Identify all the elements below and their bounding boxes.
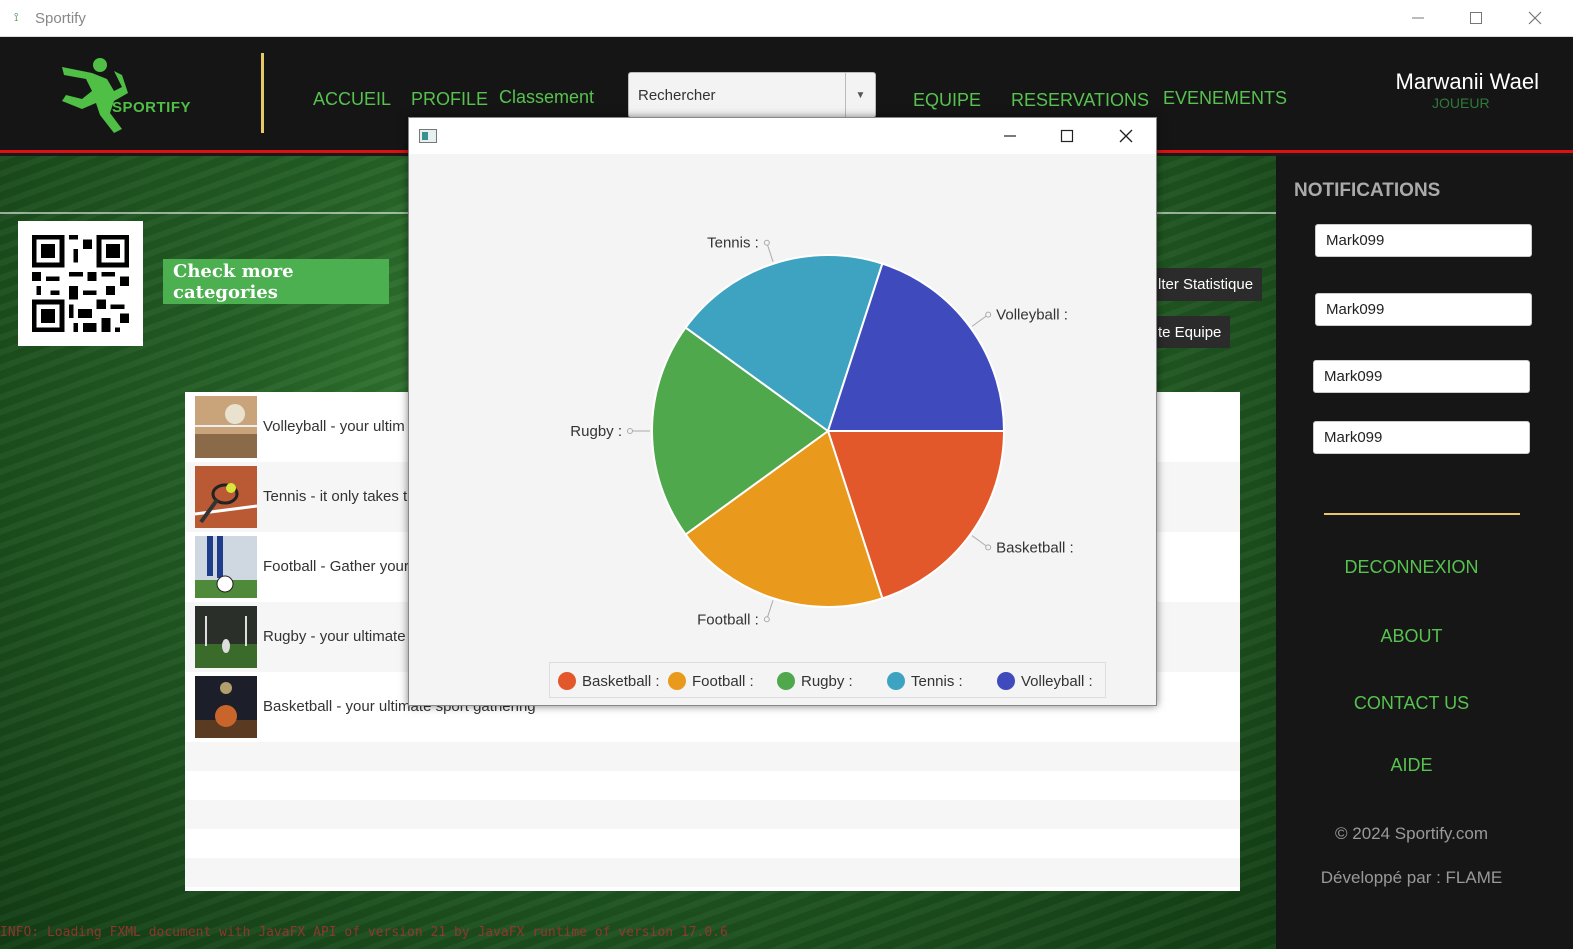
logo-text: SPORTIFY xyxy=(112,99,192,116)
legend-item-basketball: Basketball : xyxy=(558,672,660,690)
equipe-button[interactable]: te Equipe xyxy=(1148,316,1230,348)
app-icon: ⟟ xyxy=(14,10,19,24)
pie-label: Basketball : xyxy=(996,539,1074,556)
developer-text: Développé par : FLAME xyxy=(1320,868,1503,887)
about-link[interactable]: ABOUT xyxy=(1263,626,1560,647)
notification-item[interactable]: Mark099 xyxy=(1315,224,1532,257)
notification-item[interactable]: Mark099 xyxy=(1313,421,1530,454)
pie-leader-dot xyxy=(763,616,770,623)
nav-accueil[interactable]: ACCUEIL xyxy=(313,89,391,110)
console-output: INFO: Loading FXML document with JavaFX … xyxy=(0,925,728,940)
list-item-label: Football - Gather your xyxy=(263,558,409,575)
deconnexion-link[interactable]: DECONNEXION xyxy=(1263,557,1560,578)
notifications-sidebar: NOTIFICATIONS Mark099 Mark099 Mark099 Ma… xyxy=(1276,156,1573,949)
legend-label: Volleyball : xyxy=(1021,672,1093,690)
nav-reservations[interactable]: RESERVATIONS xyxy=(1011,90,1149,111)
empty-row xyxy=(185,800,1240,829)
chevron-down-icon[interactable]: ▼ xyxy=(845,73,875,117)
list-item-label: Rugby - your ultimate xyxy=(263,628,406,645)
volleyball-thumb xyxy=(195,396,257,458)
football-thumb xyxy=(195,536,257,598)
pie-leader-line xyxy=(971,535,989,548)
tennis-thumb xyxy=(195,466,257,528)
empty-row xyxy=(185,742,1240,771)
pie-leader-line xyxy=(971,314,989,327)
filter-statistique-button[interactable]: lter Statistique xyxy=(1148,268,1262,301)
rugby-thumb xyxy=(195,606,257,668)
legend-label: Basketball : xyxy=(582,672,660,690)
legend-item-tennis: Tennis : xyxy=(887,672,963,690)
sidebar-divider xyxy=(1324,513,1520,515)
legend-dot xyxy=(668,672,686,690)
aide-link[interactable]: AIDE xyxy=(1263,755,1560,776)
qr-code-icon xyxy=(18,221,143,346)
header-divider xyxy=(261,53,264,133)
legend-dot xyxy=(777,672,795,690)
pie-label: Football : xyxy=(697,611,759,628)
legend-label: Rugby : xyxy=(801,672,853,690)
legend-dot xyxy=(887,672,905,690)
search-combobox[interactable]: Rechercher ▼ xyxy=(628,72,876,118)
empty-row xyxy=(185,771,1240,800)
notification-item[interactable]: Mark099 xyxy=(1313,360,1530,393)
window-titlebar: ⟟ Sportify xyxy=(0,0,1573,37)
pie-chart: Basketball : Football : Rugby : Tennis : Vol… xyxy=(570,235,1074,629)
search-value: Rechercher xyxy=(638,87,716,104)
pie-label: Tennis : xyxy=(707,235,759,252)
pie-label: Rugby : xyxy=(570,423,622,440)
legend-label: Football : xyxy=(692,672,754,690)
list-item-label: Tennis - it only takes t xyxy=(263,488,408,505)
chart-legend: Basketball : Football : Rugby : Tennis :… xyxy=(549,662,1106,698)
window-title: Sportify xyxy=(35,10,86,27)
nav-evenements[interactable]: EVENEMENTS xyxy=(1163,88,1287,109)
minimize-button[interactable] xyxy=(1395,4,1441,32)
empty-row xyxy=(185,858,1240,887)
contact-us-link[interactable]: CONTACT US xyxy=(1263,693,1560,714)
legend-item-volleyball: Volleyball : xyxy=(997,672,1093,690)
pie-leader-dot xyxy=(627,428,633,434)
copyright-text: © 2024 Sportify.com xyxy=(1335,824,1488,843)
nav-equipe[interactable]: EQUIPE xyxy=(913,90,981,111)
close-button[interactable] xyxy=(1512,4,1558,32)
nav-classement[interactable]: Classement xyxy=(499,87,594,108)
list-item-label: Volleyball - your ultim xyxy=(263,418,405,435)
legend-label: Tennis : xyxy=(911,672,963,690)
empty-row xyxy=(185,829,1240,858)
pie-label: Volleyball : xyxy=(996,307,1068,324)
pie-leader-dot xyxy=(985,311,992,318)
legend-dot xyxy=(997,672,1015,690)
statistics-dialog[interactable]: Basketball : Football : Rugby : Tennis : Vol… xyxy=(408,117,1157,706)
pie-leader-dot xyxy=(985,544,992,551)
legend-item-football: Football : xyxy=(668,672,754,690)
notifications-title: NOTIFICATIONS xyxy=(1294,180,1441,201)
nav-profile[interactable]: PROFILE xyxy=(411,89,488,110)
legend-item-rugby: Rugby : xyxy=(777,672,853,690)
user-role: JOUEUR xyxy=(1432,95,1490,111)
legend-dot xyxy=(558,672,576,690)
notification-item[interactable]: Mark099 xyxy=(1315,293,1532,326)
pie-leader-dot xyxy=(763,239,770,246)
maximize-button[interactable] xyxy=(1453,4,1499,32)
check-more-categories-button[interactable]: Check more categories xyxy=(163,259,389,304)
user-name[interactable]: Marwanii Wael xyxy=(1396,69,1539,95)
basketball-thumb xyxy=(195,676,257,738)
runner-logo-icon[interactable] xyxy=(52,57,202,137)
